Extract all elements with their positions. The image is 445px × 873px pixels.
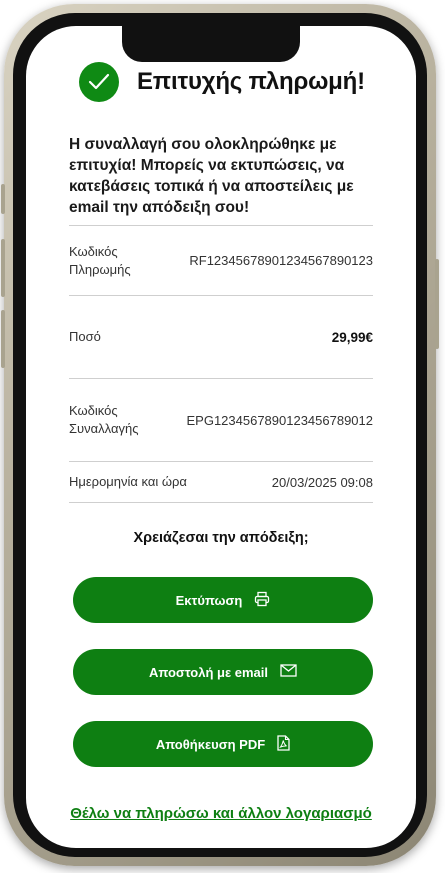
pdf-button-label: Αποθήκευση PDF [155, 736, 266, 752]
check-icon [79, 62, 119, 102]
detail-value: 20/03/2025 09:08 [271, 474, 373, 490]
power-button [435, 259, 439, 349]
envelope-icon [280, 664, 297, 680]
detail-row-transaction-code: Κωδικός Συναλλαγής EPG123456789012345678… [69, 378, 373, 461]
silent-switch [1, 184, 5, 214]
detail-value: RF12345678901234567890123 [189, 253, 373, 268]
detail-value: 29,99€ [331, 329, 373, 345]
pay-another-bill-link[interactable]: Θέλω να πληρώσω και άλλον λογαριασμό [26, 805, 416, 822]
phone-frame: Επιτυχής πληρωμή! Η συναλλαγή σου ολοκλη… [1, 4, 439, 866]
send-email-button[interactable]: Αποστολή με email [73, 649, 373, 695]
detail-row-payment-code: Κωδικός Πληρωμής RF123456789012345678901… [69, 225, 373, 295]
detail-label: Κωδικός Πληρωμής [69, 243, 131, 277]
detail-row-amount: Ποσό 29,99€ [69, 295, 373, 378]
detail-row-datetime: Ημερομηνία και ώρα 20/03/2025 09:08 [69, 461, 373, 503]
printer-icon [254, 591, 270, 610]
detail-value: EPG1234567890123456789012 [186, 412, 373, 428]
volume-up-button [1, 239, 5, 297]
notch [122, 26, 300, 62]
screen: Επιτυχής πληρωμή! Η συναλλαγή σου ολοκλη… [26, 26, 416, 848]
print-button[interactable]: Εκτύπωση [73, 577, 373, 623]
save-pdf-button[interactable]: Αποθήκευση PDF [73, 721, 373, 767]
success-message: Η συναλλαγή σου ολοκληρώθηκε με επιτυχία… [69, 136, 354, 216]
email-button-label: Αποστολή με email [149, 664, 268, 680]
detail-label: Ποσό [69, 329, 101, 344]
volume-down-button [1, 310, 5, 368]
page-title: Επιτυχής πληρωμή! [137, 68, 365, 95]
receipt-question: Χρειάζεσαι την απόδειξη; [133, 530, 309, 546]
pdf-icon [277, 734, 290, 754]
payment-details: Κωδικός Πληρωμής RF123456789012345678901… [69, 225, 373, 503]
print-button-label: Εκτύπωση [175, 592, 243, 608]
detail-label: Ημερομηνία και ώρα [69, 474, 187, 489]
detail-label: Κωδικός Συναλλαγής [69, 403, 139, 436]
success-header: Επιτυχής πληρωμή! [79, 62, 365, 102]
